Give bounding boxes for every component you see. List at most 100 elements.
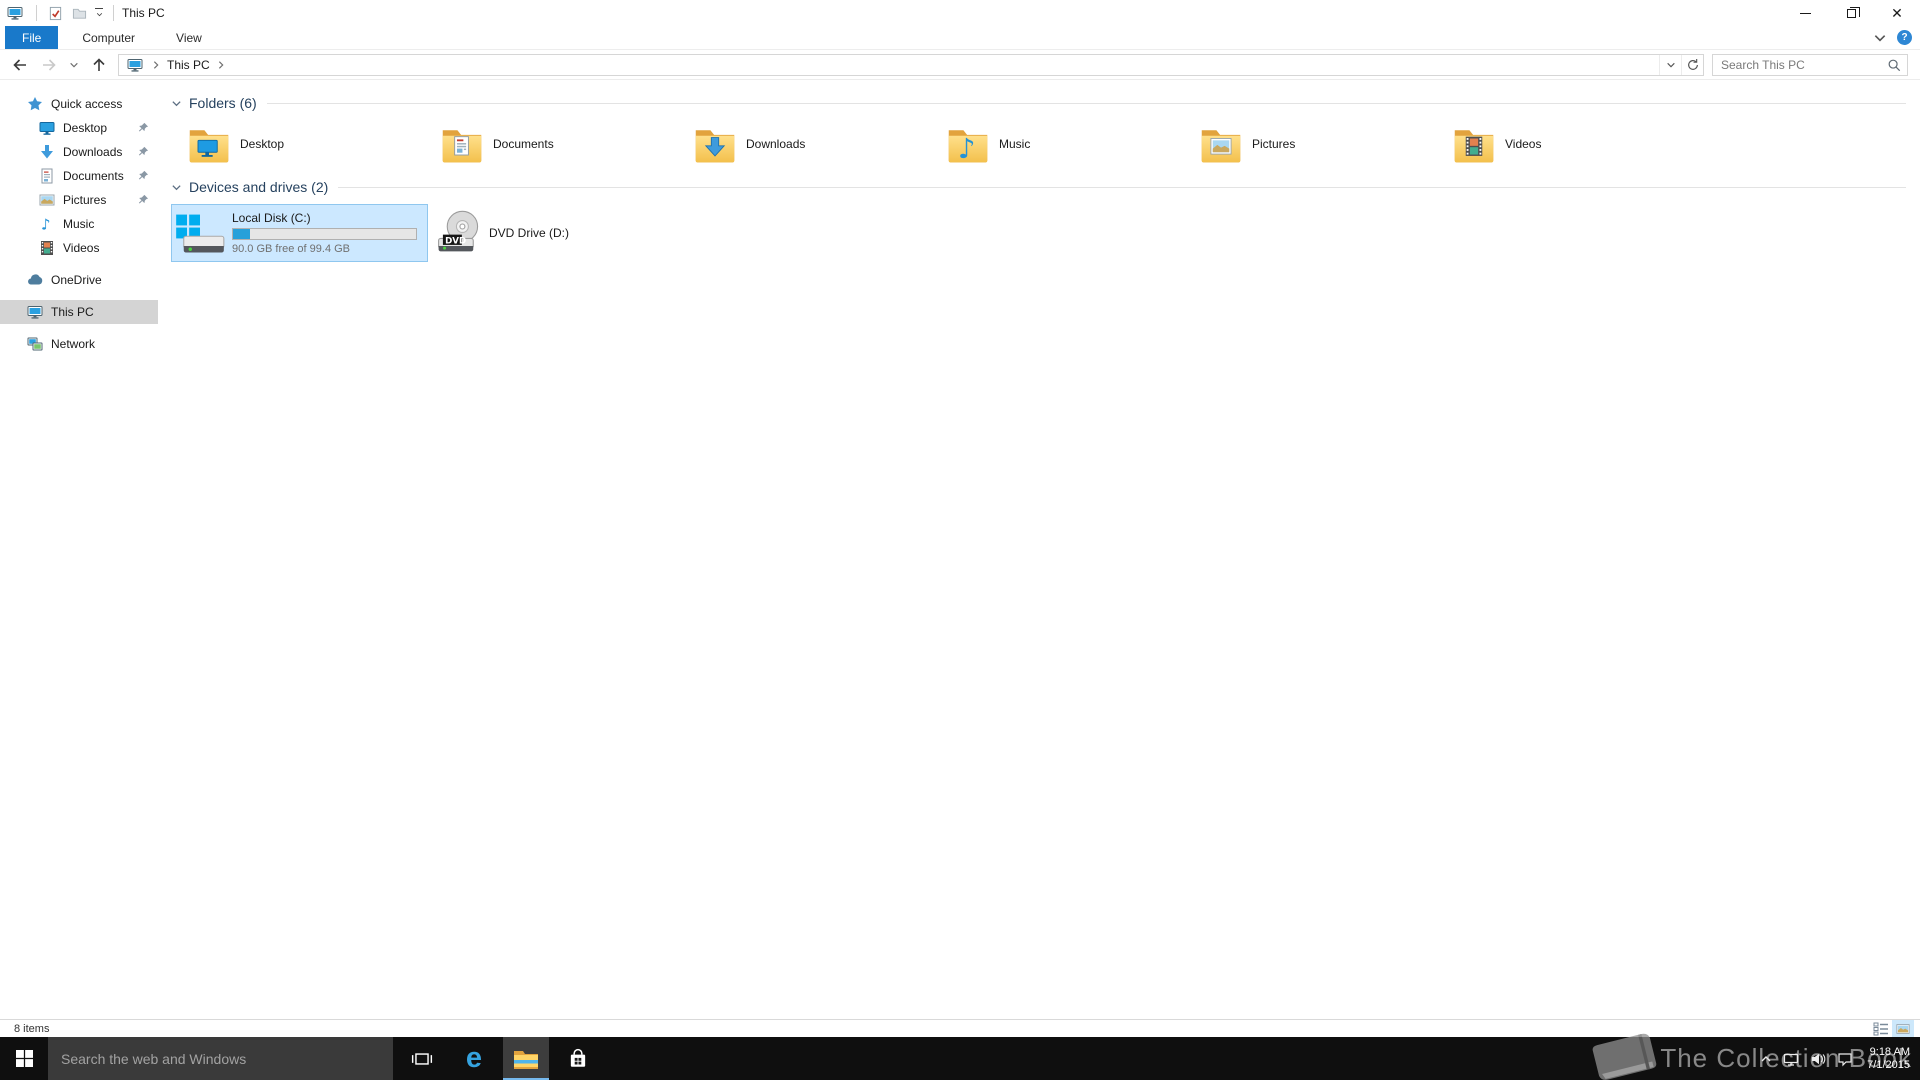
- tab-view[interactable]: View: [159, 26, 219, 49]
- folder-tile-videos[interactable]: Videos: [1452, 120, 1705, 168]
- customize-quick-access-toolbar-button[interactable]: [91, 2, 107, 24]
- onedrive-icon: [27, 272, 43, 288]
- sidebar-item-videos[interactable]: Videos: [0, 236, 158, 260]
- this-pc-icon: [27, 304, 43, 320]
- restore-button[interactable]: [1828, 0, 1874, 26]
- tile-label: Videos: [1505, 137, 1542, 151]
- sidebar-item-label: Quick access: [51, 97, 123, 111]
- network-tray-icon[interactable]: [1783, 1051, 1799, 1067]
- folder-tile-downloads[interactable]: Downloads: [693, 120, 946, 168]
- details-view-icon: [1873, 1022, 1889, 1036]
- store-icon: [567, 1048, 589, 1070]
- back-arrow-icon: [12, 57, 28, 73]
- drive-free-space: 90.0 GB free of 99.4 GB: [232, 243, 351, 255]
- file-explorer-button[interactable]: [503, 1037, 549, 1080]
- documents-icon: [39, 168, 55, 184]
- windows-logo-icon: [16, 1050, 33, 1067]
- start-button[interactable]: [0, 1037, 48, 1080]
- chevron-down-icon: [171, 98, 182, 109]
- dvd-drive-icon: [431, 207, 483, 259]
- status-bar: 8 items: [0, 1019, 1920, 1037]
- volume-icon[interactable]: [1810, 1051, 1826, 1067]
- sidebar-item-label: Videos: [63, 241, 100, 255]
- up-button[interactable]: [87, 53, 111, 77]
- sidebar-item-label: Network: [51, 337, 96, 351]
- help-icon[interactable]: ?: [1897, 30, 1912, 45]
- search-icon[interactable]: [1887, 58, 1901, 72]
- ribbon-tab-row: File Computer View ?: [0, 26, 1920, 50]
- pin-icon: [138, 146, 149, 157]
- group-divider: [338, 186, 1906, 188]
- recent-locations-button[interactable]: [66, 53, 82, 77]
- breadcrumb[interactable]: This PC: [165, 58, 212, 72]
- chevron-down-icon: [95, 11, 104, 18]
- drive-tile-local-disk-c[interactable]: Local Disk (C:) 90.0 GB free of 99.4 GB: [171, 204, 428, 262]
- large-icons-view-button[interactable]: [1892, 1020, 1914, 1037]
- drives-group-header[interactable]: Devices and drives (2): [171, 178, 1906, 196]
- taskbar: The Collection Book 9:18 AM 7/1/2015: [0, 1037, 1920, 1080]
- edge-button[interactable]: [451, 1037, 497, 1080]
- sidebar-item-quick-access[interactable]: Quick access: [0, 92, 158, 116]
- sidebar-item-onedrive[interactable]: OneDrive: [0, 268, 158, 292]
- tab-file[interactable]: File: [5, 26, 59, 49]
- clock-date: 7/1/2015: [1867, 1058, 1910, 1071]
- details-view-button[interactable]: [1870, 1020, 1892, 1037]
- drive-info: Local Disk (C:) 90.0 GB free of 99.4 GB: [232, 211, 423, 255]
- back-button[interactable]: [8, 53, 32, 77]
- sidebar-item-downloads[interactable]: Downloads: [0, 140, 158, 164]
- customize-toolbar-bar: [95, 8, 103, 9]
- sidebar-item-label: Pictures: [63, 193, 107, 207]
- taskbar-search-input[interactable]: [61, 1050, 393, 1067]
- tile-label: Documents: [493, 137, 554, 151]
- clock[interactable]: 9:18 AM 7/1/2015: [1867, 1046, 1910, 1072]
- task-view-button[interactable]: [399, 1037, 445, 1080]
- sidebar-item-network[interactable]: Network: [0, 332, 158, 356]
- qat-new-folder-button[interactable]: [67, 2, 91, 24]
- expand-ribbon-chevron-icon[interactable]: [1873, 31, 1887, 45]
- sidebar-item-pictures[interactable]: Pictures: [0, 188, 158, 212]
- tab-computer[interactable]: Computer: [65, 26, 152, 49]
- close-button[interactable]: ✕: [1874, 0, 1920, 26]
- forward-button[interactable]: [37, 53, 61, 77]
- action-center-icon[interactable]: [1837, 1051, 1853, 1067]
- desktop-icon: [39, 120, 55, 136]
- drive-tile-dvd-d[interactable]: DVD Drive (D:): [428, 204, 685, 262]
- downloads-icon: [39, 144, 55, 160]
- folder-music-icon: [946, 122, 990, 166]
- refresh-button[interactable]: [1681, 54, 1703, 75]
- address-bar[interactable]: This PC: [118, 53, 1704, 76]
- titlebar-separator: [113, 5, 114, 21]
- search-input[interactable]: [1721, 57, 1887, 72]
- folders-group-header[interactable]: Folders (6): [171, 94, 1906, 112]
- chevron-up-icon[interactable]: [1760, 1053, 1772, 1065]
- videos-icon: [39, 240, 55, 256]
- sidebar-item-music[interactable]: Music: [0, 212, 158, 236]
- large-icons-view-icon: [1895, 1022, 1911, 1036]
- sidebar-item-desktop[interactable]: Desktop: [0, 116, 158, 140]
- folder-tile-documents[interactable]: Documents: [440, 120, 693, 168]
- chevron-down-icon: [69, 60, 79, 70]
- pin-icon: [138, 122, 149, 133]
- system-tray: 9:18 AM 7/1/2015: [1760, 1037, 1920, 1080]
- folder-tile-desktop[interactable]: Desktop: [187, 120, 440, 168]
- item-count: 8 items: [14, 1022, 50, 1035]
- sidebar-item-label: OneDrive: [51, 273, 102, 287]
- folder-tile-music[interactable]: Music: [946, 120, 1199, 168]
- chevron-down-icon: [1666, 60, 1676, 70]
- sidebar-item-documents[interactable]: Documents: [0, 164, 158, 188]
- minimize-button[interactable]: [1782, 0, 1828, 26]
- minimize-icon: [1799, 12, 1811, 14]
- sidebar-item-label: Downloads: [63, 145, 123, 159]
- sidebar-item-label: This PC: [51, 305, 94, 319]
- search-box: [1712, 53, 1908, 76]
- sidebar-item-this-pc[interactable]: This PC: [0, 300, 158, 324]
- main-area: Quick access Desktop Downloads Documents: [0, 80, 1920, 1019]
- network-icon: [27, 336, 43, 352]
- store-button[interactable]: [555, 1037, 601, 1080]
- folder-tile-pictures[interactable]: Pictures: [1199, 120, 1452, 168]
- previous-locations-button[interactable]: [1659, 54, 1681, 75]
- drive-name: Local Disk (C:): [232, 211, 311, 225]
- qat-properties-button[interactable]: [43, 2, 67, 24]
